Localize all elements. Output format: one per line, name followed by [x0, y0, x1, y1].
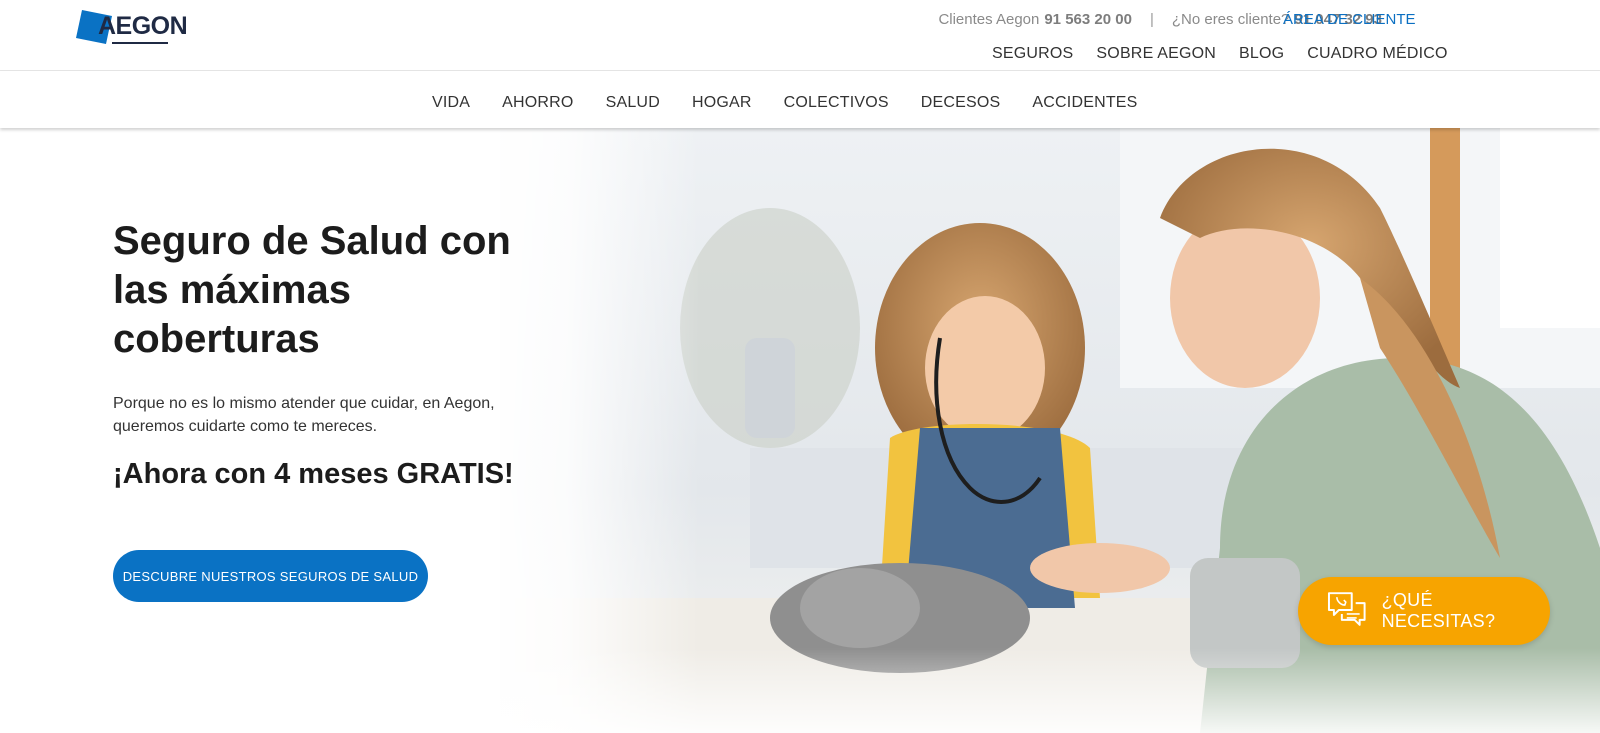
main-nav-ahorro[interactable]: AHORRO [502, 94, 573, 112]
secondary-nav-seguros[interactable]: SEGUROS [992, 45, 1073, 63]
hero-promo: ¡Ahora con 4 meses GRATIS! [113, 458, 514, 490]
logo-underline [112, 42, 168, 44]
area-cliente-link[interactable]: ÁREA DE CLIENTE [1283, 11, 1416, 28]
discover-health-insurance-button[interactable]: DESCUBRE NUESTROS SEGUROS DE SALUD [113, 550, 428, 602]
main-nav-accidentes[interactable]: ACCIDENTES [1032, 94, 1137, 112]
top-header: AEGON Clientes Aegon 91 563 20 00 | ¿No … [0, 0, 1600, 71]
clients-phone-link[interactable]: 91 563 20 00 [1044, 11, 1132, 28]
help-button-label: ¿QUÉ NECESITAS? [1381, 590, 1496, 631]
hero-subtitle: Porque no es lo mismo atender que cuidar… [113, 395, 495, 435]
chat-bubbles-icon [1327, 592, 1366, 626]
main-nav-salud[interactable]: SALUD [606, 94, 660, 112]
help-button[interactable]: ¿QUÉ NECESITAS? [1298, 577, 1550, 645]
main-nav-hogar[interactable]: HOGAR [692, 94, 752, 112]
secondary-nav-blog[interactable]: BLOG [1239, 45, 1284, 63]
aegon-logo[interactable]: AEGON [76, 6, 188, 46]
contact-separator: | [1149, 11, 1154, 28]
main-nav: VIDA AHORRO SALUD HOGAR COLECTIVOS DECES… [0, 71, 1600, 128]
non-clients-label: ¿No eres cliente? [1171, 11, 1290, 28]
main-nav-colectivos[interactable]: COLECTIVOS [784, 94, 889, 112]
secondary-nav-sobre-aegon[interactable]: SOBRE AEGON [1096, 45, 1216, 63]
secondary-nav: SEGUROS SOBRE AEGON BLOG CUADRO MÉDICO [992, 45, 1471, 63]
clients-label: Clientes Aegon [938, 11, 1040, 28]
hero-fade-bottom [500, 648, 1600, 733]
logo-wordmark: AEGON [98, 12, 188, 40]
main-nav-items: VIDA AHORRO SALUD HOGAR COLECTIVOS DECES… [432, 94, 1170, 112]
main-nav-decesos[interactable]: DECESOS [921, 94, 1001, 112]
hero-title: Seguro de Salud con las máximas cobertur… [113, 219, 511, 361]
secondary-nav-cuadro-medico[interactable]: CUADRO MÉDICO [1307, 45, 1447, 63]
main-nav-vida[interactable]: VIDA [432, 94, 470, 112]
